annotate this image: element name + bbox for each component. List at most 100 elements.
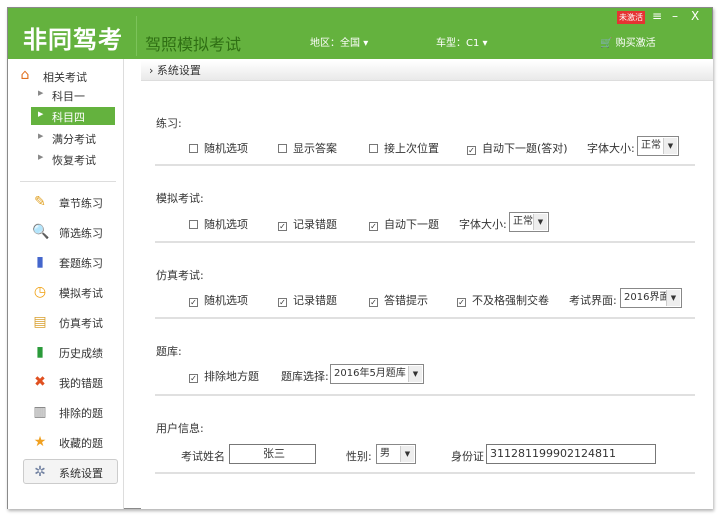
gender-select[interactable]: 男 ▼ bbox=[376, 444, 416, 464]
dropdown-arrow-icon: ▼ bbox=[663, 138, 677, 154]
dropdown-arrow-icon: ▼ bbox=[408, 366, 422, 382]
option-checkbox[interactable]: ✓ 记录错题 bbox=[278, 216, 337, 232]
caret-right-icon: ▶ bbox=[38, 153, 44, 161]
gender-label: 性别: bbox=[346, 450, 372, 463]
sim-title: 仿真考试: bbox=[156, 269, 204, 282]
divider bbox=[136, 16, 137, 56]
option-checkbox[interactable]: ✓ 自动下一题(答对) bbox=[467, 140, 568, 156]
sidebar-item[interactable]: ✎ 章节练习 bbox=[23, 190, 118, 214]
practice-font-size-select[interactable]: 正常 ▼ bbox=[637, 136, 679, 156]
sidebar-sub-label: 科目一 bbox=[52, 90, 85, 103]
checkbox-label: 记录错题 bbox=[293, 218, 337, 231]
sidebar-item-label: 模拟考试 bbox=[59, 287, 103, 300]
caret-right-icon: ▶ bbox=[38, 110, 44, 118]
sidebar-item[interactable]: 🔍 筛选练习 bbox=[23, 220, 118, 244]
sidebar-item-label: 收藏的题 bbox=[59, 437, 103, 450]
option-checkbox[interactable]: ✓ 不及格强制交卷 bbox=[457, 292, 549, 308]
sidebar-sub-label: 科目四 bbox=[52, 111, 85, 124]
option-checkbox[interactable]: 随机选项 bbox=[189, 140, 248, 156]
sidebar-item-label: 排除的题 bbox=[59, 407, 103, 420]
checkbox-label: 随机选项 bbox=[204, 142, 248, 155]
region-dropdown[interactable]: 地区：全国 ▾ bbox=[310, 34, 368, 49]
sidebar-item-icon: ▮ bbox=[36, 344, 44, 360]
app-window: 非同驾考 驾照模拟考试 地区：全国 ▾ 车型：C1 ▾ 🛒 购买激活 未激活 ≡… bbox=[7, 7, 713, 509]
select-value: 男 bbox=[380, 448, 390, 459]
font-size-label: 字体大小: bbox=[587, 142, 635, 155]
sidebar-sub-item[interactable]: ▶ 科目四 bbox=[31, 107, 115, 125]
checked-checkbox-icon: ✓ bbox=[278, 298, 287, 307]
option-checkbox[interactable]: 显示答案 bbox=[278, 140, 337, 156]
menu-button[interactable]: ≡ bbox=[652, 9, 662, 23]
sidebar-sub-label: 恢复考试 bbox=[52, 154, 96, 167]
exam-ui-select[interactable]: 2016界面 ▼ bbox=[620, 288, 682, 308]
buy-activate-button[interactable]: 🛒 购买激活 bbox=[600, 34, 656, 49]
sidebar-item-icon: ✖ bbox=[34, 374, 46, 390]
close-button[interactable]: X bbox=[691, 9, 699, 23]
sidebar-item-label: 系统设置 bbox=[59, 467, 103, 480]
sidebar-item-icon: ▤ bbox=[33, 314, 47, 330]
unchecked-checkbox-icon bbox=[278, 144, 287, 153]
checkbox-label: 随机选项 bbox=[204, 218, 248, 231]
unchecked-checkbox-icon bbox=[189, 220, 198, 229]
option-checkbox[interactable]: ✓ 答错提示 bbox=[369, 292, 428, 308]
sidebar-sub-item[interactable]: ▶ 满分考试 bbox=[31, 129, 115, 147]
car-type-dropdown[interactable]: 车型：C1 ▾ bbox=[436, 34, 488, 49]
select-value: 正常 bbox=[513, 216, 533, 227]
sidebar-item[interactable]: ▮ 历史成绩 bbox=[23, 340, 118, 364]
sidebar-item[interactable]: ★ 收藏的题 bbox=[23, 430, 118, 454]
sidebar-item-icon: ✲ bbox=[34, 464, 46, 480]
checkbox-label: 自动下一题 bbox=[384, 218, 439, 231]
option-checkbox[interactable]: ✓ 排除地方题 bbox=[189, 368, 259, 384]
chevron-right-icon: › bbox=[149, 64, 154, 77]
divider bbox=[155, 394, 695, 396]
sidebar-item[interactable]: ▥ 排除的题 bbox=[23, 400, 118, 424]
sidebar-item[interactable]: ◷ 模拟考试 bbox=[23, 280, 118, 304]
bank-title: 题库: bbox=[156, 345, 182, 358]
chevron-down-icon: ▾ bbox=[482, 38, 488, 49]
sidebar-item[interactable]: ✲ 系统设置 bbox=[23, 460, 118, 484]
mock-font-size-select[interactable]: 正常 ▼ bbox=[509, 212, 549, 232]
divider bbox=[20, 181, 116, 182]
sidebar-item[interactable]: ✖ 我的错题 bbox=[23, 370, 118, 394]
divider bbox=[155, 317, 695, 319]
font-size-label: 字体大小: bbox=[459, 218, 507, 231]
id-card-input[interactable]: 311281199902124811 bbox=[486, 444, 656, 464]
option-checkbox[interactable]: 随机选项 bbox=[189, 216, 248, 232]
checked-checkbox-icon: ✓ bbox=[457, 298, 466, 307]
sidebar-item-label: 仿真考试 bbox=[59, 317, 103, 330]
sidebar-item-label: 套题练习 bbox=[59, 257, 103, 270]
car-type-label: 车型：C1 bbox=[436, 38, 480, 49]
breadcrumb: › 系统设置 bbox=[141, 61, 713, 81]
checked-checkbox-icon: ✓ bbox=[278, 222, 287, 231]
sidebar-sub-item[interactable]: ▶ 科目一 bbox=[31, 86, 115, 104]
not-activated-badge: 未激活 bbox=[617, 11, 645, 24]
option-checkbox[interactable]: ✓ 随机选项 bbox=[189, 292, 248, 308]
bank-select-label: 题库选择: bbox=[281, 370, 329, 383]
name-input[interactable]: 张三 bbox=[229, 444, 316, 464]
option-checkbox[interactable]: 接上次位置 bbox=[369, 140, 439, 156]
sidebar-item-icon: ▮ bbox=[36, 254, 44, 270]
sidebar-group-title: 相关考试 bbox=[43, 71, 87, 84]
sidebar-item-icon: ▥ bbox=[33, 404, 47, 420]
option-checkbox[interactable]: ✓ 自动下一题 bbox=[369, 216, 439, 232]
dropdown-arrow-icon: ▼ bbox=[400, 446, 414, 462]
divider bbox=[155, 241, 695, 243]
buy-label: 购买激活 bbox=[615, 38, 656, 49]
sidebar-sub-label: 满分考试 bbox=[52, 133, 96, 146]
chevron-down-icon: ▾ bbox=[363, 38, 369, 49]
checkbox-label: 排除地方题 bbox=[204, 370, 259, 383]
checkbox-label: 显示答案 bbox=[293, 142, 337, 155]
sidebar-item-label: 筛选练习 bbox=[59, 227, 103, 240]
unchecked-checkbox-icon bbox=[369, 144, 378, 153]
app-subtitle: 驾照模拟考试 bbox=[145, 35, 242, 54]
option-checkbox[interactable]: ✓ 记录错题 bbox=[278, 292, 337, 308]
sidebar-item[interactable]: ▤ 仿真考试 bbox=[23, 310, 118, 334]
sidebar-sub-item[interactable]: ▶ 恢复考试 bbox=[31, 150, 115, 168]
sidebar-item-icon: ◷ bbox=[33, 284, 47, 300]
sidebar-item[interactable]: ▮ 套题练习 bbox=[23, 250, 118, 274]
checkbox-label: 接上次位置 bbox=[384, 142, 439, 155]
checkbox-label: 记录错题 bbox=[293, 294, 337, 307]
divider bbox=[155, 472, 695, 474]
question-bank-select[interactable]: 2016年5月题库 ▼ bbox=[330, 364, 424, 384]
minimize-button[interactable]: – bbox=[672, 9, 678, 23]
